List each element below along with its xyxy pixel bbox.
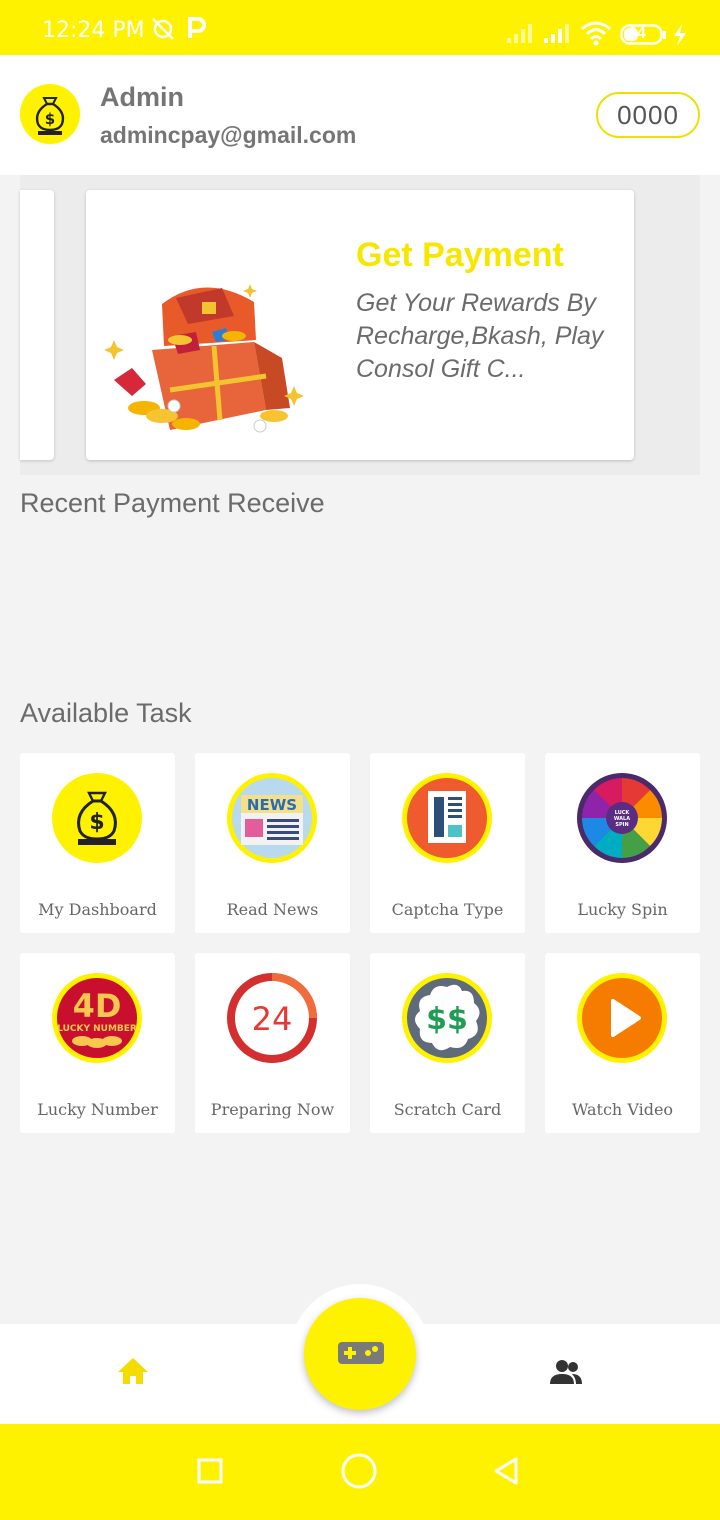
money-bag-icon: $ (52, 773, 142, 863)
back-button[interactable] (492, 1456, 520, 1486)
signal-icon (507, 24, 532, 43)
banner-description: Get Your Rewards By Recharge,Bkash, Play… (356, 289, 604, 383)
task-label: My Dashboard (38, 900, 157, 919)
task-scratch-card[interactable]: $$ Scratch Card (370, 953, 525, 1133)
task-preparing-now[interactable]: 24 Preparing Now (195, 953, 350, 1133)
previous-slide[interactable] (20, 190, 54, 460)
clock-24-icon: 24 (227, 973, 317, 1063)
svg-text:SPIN: SPIN (615, 822, 628, 828)
task-captcha-type[interactable]: Captcha Type (370, 753, 525, 933)
money-bag-icon: $ (35, 97, 65, 135)
lucky-number-icon-subtext: LUCKY NUMBER (57, 1024, 137, 1034)
p-icon (188, 17, 206, 38)
task-label: Captcha Type (391, 900, 504, 919)
system-navigation-bar (0, 1424, 720, 1520)
home-icon[interactable] (116, 1356, 150, 1386)
balance-badge[interactable]: 0000 (596, 92, 700, 138)
home-system-button[interactable] (340, 1452, 378, 1490)
lucky-number-icon: 4D LUCKY NUMBER (52, 973, 142, 1063)
treasure-chest-icon (104, 284, 304, 433)
banner-card[interactable]: Get Payment Get Your Rewards By Recharge… (86, 190, 634, 460)
svg-text:$: $ (45, 110, 55, 128)
available-task-heading: Available Task (20, 698, 192, 728)
task-read-news[interactable]: NEWS Read News (195, 753, 350, 933)
lucky-number-icon-text: 4D (73, 987, 122, 1025)
svg-text:$: $ (89, 810, 104, 835)
play-icon (577, 973, 667, 1063)
news-icon: NEWS (227, 773, 317, 863)
alarm-off-icon (152, 18, 174, 40)
task-label: Scratch Card (393, 1100, 502, 1119)
signal-icon (544, 24, 569, 43)
status-time: 12:24 PM (42, 18, 145, 43)
user-email: admincpay@gmail.com (100, 122, 357, 148)
banner-title: Get Payment (356, 236, 564, 274)
spin-wheel-icon: LUCK WALA SPIN (577, 773, 667, 863)
people-icon[interactable] (548, 1358, 584, 1388)
banner-slider[interactable]: Get Payment Get Your Rewards By Recharge… (20, 175, 700, 475)
task-lucky-number[interactable]: 4D LUCKY NUMBER Lucky Number (20, 953, 175, 1133)
task-label: Preparing Now (210, 1100, 335, 1119)
wifi-icon (581, 21, 611, 46)
game-button[interactable] (304, 1298, 416, 1410)
status-bar: 12:24 PM 34 (0, 0, 720, 55)
recents-button[interactable] (197, 1458, 223, 1484)
document-icon (402, 773, 492, 863)
recent-payment-heading: Recent Payment Receive (20, 488, 325, 518)
charging-icon (674, 24, 686, 46)
clock-icon-text: 24 (252, 1000, 293, 1038)
user-name: Admin (100, 82, 184, 112)
task-lucky-spin[interactable]: LUCK WALA SPIN Lucky Spin (545, 753, 700, 933)
profile-header: $ Admin admincpay@gmail.com 0000 (0, 55, 720, 175)
news-icon-text: NEWS (247, 796, 297, 814)
dollar-badge-icon: $$ (402, 973, 492, 1063)
task-label: Lucky Spin (577, 900, 668, 919)
task-my-dashboard[interactable]: $ My Dashboard (20, 753, 175, 933)
gamepad-icon (338, 1342, 384, 1364)
avatar[interactable]: $ (20, 84, 80, 144)
task-watch-video[interactable]: Watch Video (545, 953, 700, 1133)
scratch-icon-text: $$ (426, 1002, 468, 1037)
task-label: Lucky Number (37, 1100, 158, 1119)
battery-level: 34 (628, 25, 646, 42)
task-label: Watch Video (571, 1100, 674, 1119)
task-label: Read News (226, 900, 319, 919)
